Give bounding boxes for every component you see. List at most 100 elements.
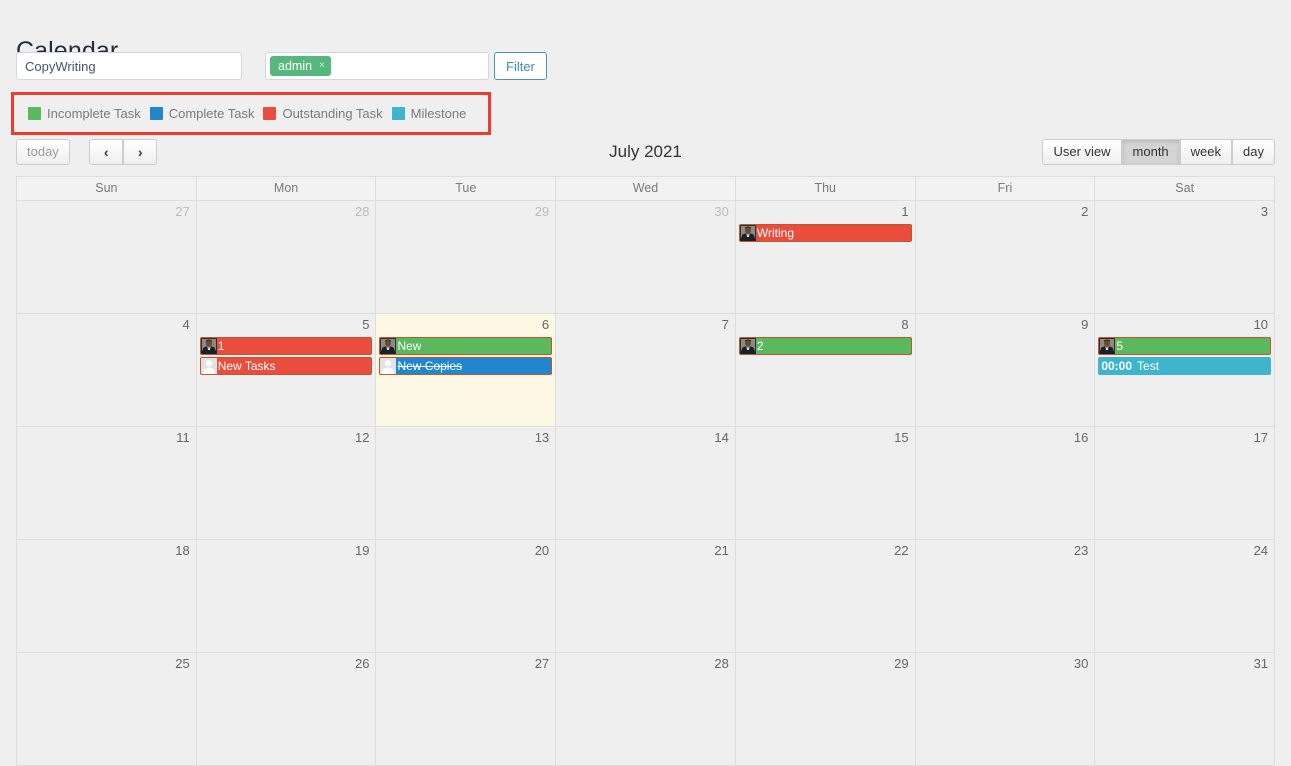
calendar-week-row: 18 19 20 21 22 23 24 xyxy=(17,540,1276,653)
calendar-day-cell[interactable]: 25 xyxy=(17,653,197,766)
day-number: 14 xyxy=(714,430,729,445)
legend-color-swatch xyxy=(28,107,41,120)
today-button[interactable]: today xyxy=(16,139,70,165)
prev-month-button[interactable]: ‹ xyxy=(89,139,124,165)
day-number: 25 xyxy=(175,656,190,671)
toolbar-right: User view month week day xyxy=(1042,139,1275,165)
view-button-user-view[interactable]: User view xyxy=(1042,139,1122,165)
calendar-day-cell[interactable]: 14 xyxy=(556,427,736,540)
calendar-day-cell[interactable]: 9 xyxy=(915,314,1096,427)
calendar-day-cell[interactable]: 21 xyxy=(556,540,736,653)
calendar-event[interactable]: 00:00 Test xyxy=(1098,357,1272,375)
avatar xyxy=(200,358,217,374)
calendar-day-cell[interactable]: 31 xyxy=(1095,653,1276,766)
legend-item-label: Milestone xyxy=(410,106,467,121)
calendar-day-cell[interactable]: 7 xyxy=(556,314,736,427)
day-number: 22 xyxy=(894,543,909,558)
day-header-wed: Wed xyxy=(556,177,736,201)
calendar-day-cell[interactable]: 28 xyxy=(196,201,377,314)
calendar-day-cell[interactable]: 27 xyxy=(17,201,197,314)
calendar-day-cell[interactable]: 19 xyxy=(196,540,377,653)
calendar-day-cell[interactable]: 5 1 New Tasks xyxy=(196,314,377,427)
calendar-event[interactable]: Writing xyxy=(738,224,912,242)
calendar-day-cell[interactable]: 30 xyxy=(915,653,1096,766)
calendar-day-cell[interactable]: 30 xyxy=(556,201,736,314)
day-number: 9 xyxy=(1081,317,1089,332)
search-input[interactable] xyxy=(16,52,242,80)
calendar-day-cell[interactable]: 17 xyxy=(1095,427,1276,540)
event-title: 5 xyxy=(1116,339,1123,353)
calendar-event[interactable]: New Tasks xyxy=(199,357,373,375)
legend-item-label: Incomplete Task xyxy=(47,106,141,121)
calendar-event[interactable]: New Copies xyxy=(379,357,553,375)
event-title: 2 xyxy=(756,339,764,353)
day-number: 19 xyxy=(354,543,370,558)
calendar-day-cell[interactable]: 2 xyxy=(915,201,1096,314)
filter-button[interactable]: Filter xyxy=(494,52,547,80)
calendar-event[interactable]: 5 xyxy=(1098,337,1272,355)
calendar-grid: Sun Mon Tue Wed Thu Fri Sat 27 28 29 30 1 Writing 2 3… xyxy=(16,176,1276,766)
calendar-day-cell[interactable]: 11 xyxy=(17,427,197,540)
calendar-week-row: 4 5 1 New Tasks 6 New New Copies 7 8 2 9 10 5 00:00 Te… xyxy=(17,314,1276,427)
calendar-day-cell[interactable]: 26 xyxy=(196,653,377,766)
calendar-day-cell[interactable]: 29 xyxy=(735,653,916,766)
legend-item-label: Complete Task xyxy=(168,106,255,121)
avatar xyxy=(739,225,756,241)
legend-item-label: Outstanding Task xyxy=(282,106,383,121)
user-token-label: admin xyxy=(278,59,313,73)
view-button-day[interactable]: day xyxy=(1232,139,1275,165)
legend-item: Outstanding Task xyxy=(263,106,383,121)
day-number: 10 xyxy=(1253,317,1269,332)
calendar-day-cell[interactable]: 16 xyxy=(915,427,1096,540)
avatar xyxy=(1099,338,1116,354)
avatar xyxy=(380,338,397,354)
event-stack: 1 New Tasks xyxy=(197,332,376,375)
day-header-thu: Thu xyxy=(735,177,916,201)
calendar-day-cell[interactable]: 22 xyxy=(735,540,916,653)
calendar-event[interactable]: 1 xyxy=(199,337,373,355)
calendar-day-cell[interactable]: 13 xyxy=(376,427,557,540)
calendar-day-cell[interactable]: 10 5 00:00 Test xyxy=(1095,314,1276,427)
legend-item: Milestone xyxy=(391,106,467,121)
day-number: 7 xyxy=(721,317,729,332)
view-button-week[interactable]: week xyxy=(1179,139,1233,165)
calendar-day-cell[interactable]: 6 New New Copies xyxy=(376,314,557,427)
day-number: 17 xyxy=(1253,430,1269,445)
calendar-event[interactable]: New xyxy=(379,337,553,355)
close-icon[interactable]: × xyxy=(319,61,325,71)
event-title: New Tasks xyxy=(217,359,276,373)
calendar-day-cell[interactable]: 27 xyxy=(376,653,557,766)
calendar-day-headers: Sun Mon Tue Wed Thu Fri Sat xyxy=(17,177,1276,201)
user-filter-field[interactable]: admin × xyxy=(265,52,489,80)
day-number: 11 xyxy=(176,430,190,445)
calendar-day-cell[interactable]: 28 xyxy=(556,653,736,766)
day-number: 21 xyxy=(714,543,729,558)
calendar-day-cell[interactable]: 3 xyxy=(1095,201,1276,314)
day-number: 28 xyxy=(714,656,729,671)
day-number: 27 xyxy=(175,204,190,219)
event-title: Test xyxy=(1137,359,1160,373)
next-month-button[interactable]: › xyxy=(123,139,158,165)
day-number: 23 xyxy=(1073,543,1089,558)
calendar-day-cell[interactable]: 12 xyxy=(196,427,377,540)
nav-button-group: ‹ › xyxy=(89,139,158,165)
calendar-body: 27 28 29 30 1 Writing 2 3 4 5 1 New Tasks 6 New New Co… xyxy=(17,201,1276,766)
day-number: 26 xyxy=(354,656,370,671)
calendar-day-cell[interactable]: 29 xyxy=(376,201,557,314)
day-header-fri: Fri xyxy=(915,177,1096,201)
event-stack: New New Copies xyxy=(376,332,555,375)
view-button-month[interactable]: month xyxy=(1121,139,1180,165)
calendar-day-cell[interactable]: 20 xyxy=(376,540,557,653)
view-button-group: User view month week day xyxy=(1042,139,1275,165)
day-header-sat: Sat xyxy=(1095,177,1276,201)
calendar-day-cell[interactable]: 23 xyxy=(915,540,1096,653)
calendar-day-cell[interactable]: 15 xyxy=(735,427,916,540)
calendar-day-cell[interactable]: 82 xyxy=(735,314,916,427)
calendar-day-cell[interactable]: 4 xyxy=(17,314,197,427)
calendar-day-cell[interactable]: 18 xyxy=(17,540,197,653)
calendar-day-cell[interactable]: 24 xyxy=(1095,540,1276,653)
calendar-day-cell[interactable]: 1 Writing xyxy=(735,201,916,314)
day-number: 6 xyxy=(541,317,550,332)
calendar-event[interactable]: 2 xyxy=(738,337,912,355)
user-token[interactable]: admin × xyxy=(270,56,331,76)
